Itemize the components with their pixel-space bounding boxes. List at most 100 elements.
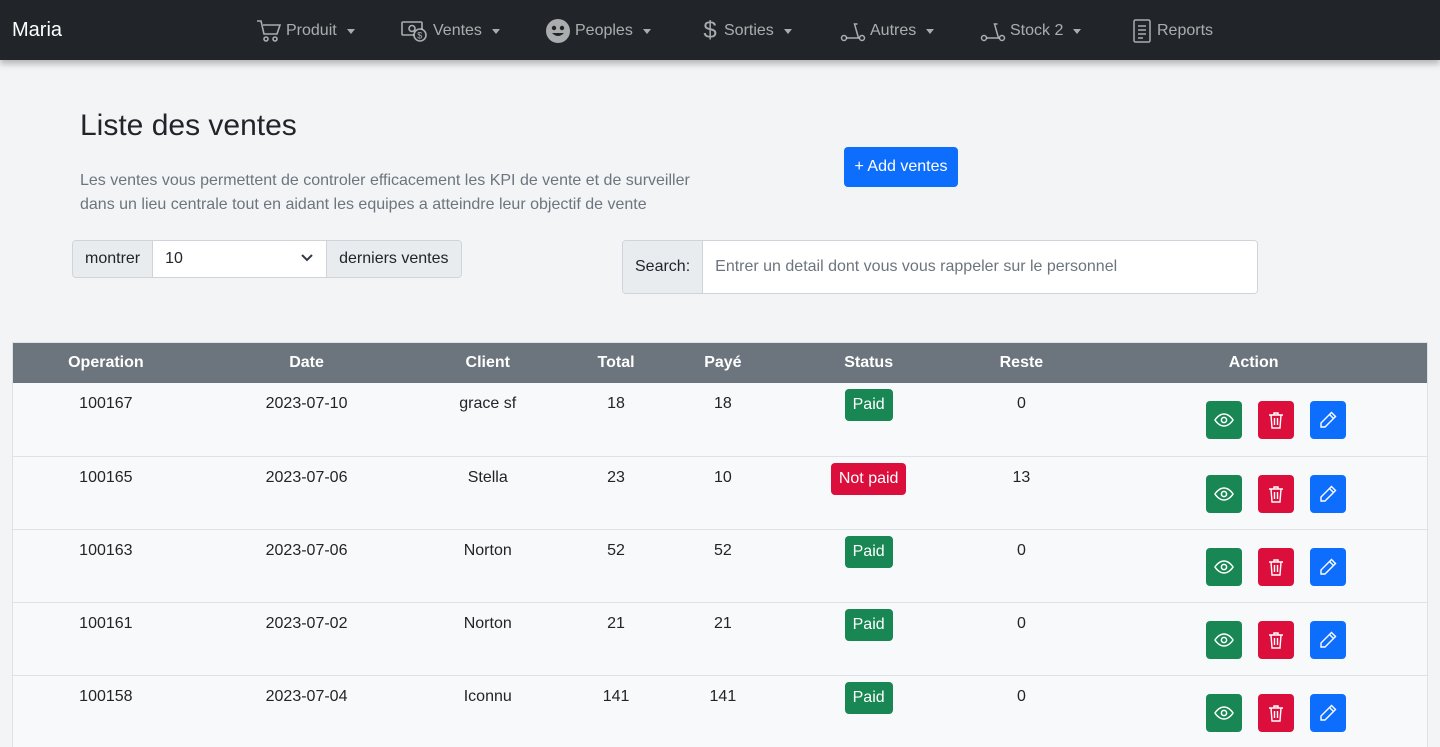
show-prefix-label: montrer bbox=[73, 241, 153, 277]
description-line: dans un lieu centrale tout en aidant les… bbox=[80, 196, 647, 213]
cell-action bbox=[1080, 675, 1427, 747]
pencil-icon bbox=[1319, 411, 1337, 429]
trash-icon bbox=[1268, 485, 1284, 503]
column-header-total[interactable]: Total bbox=[561, 343, 671, 383]
caret-down-icon bbox=[783, 28, 792, 34]
nav-item-stock-2[interactable]: Stock 2 bbox=[980, 17, 1082, 45]
eye-icon bbox=[1213, 413, 1234, 427]
cell-status: Paid bbox=[775, 529, 963, 602]
pencil-icon bbox=[1319, 704, 1337, 722]
table-row: 100158 2023-07-04 Iconnu 141 141 Paid 0 bbox=[13, 675, 1427, 747]
nav-item-reports[interactable]: Reports bbox=[1131, 17, 1213, 45]
cell-reste: 13 bbox=[1012, 468, 1031, 486]
nav-item-autres[interactable]: Autres bbox=[840, 17, 935, 45]
nav-item-sorties[interactable]: $ Sorties bbox=[700, 17, 792, 45]
cell-action bbox=[1080, 456, 1427, 529]
eye-icon bbox=[1213, 632, 1234, 647]
caret-down-icon bbox=[1073, 28, 1082, 34]
column-header-operation[interactable]: Operation bbox=[13, 343, 199, 383]
column-header-action: Action bbox=[1228, 354, 1279, 371]
document-icon bbox=[1131, 19, 1153, 43]
view-button[interactable] bbox=[1205, 474, 1242, 513]
column-header-status[interactable]: Status bbox=[775, 343, 963, 383]
search-group: Search: bbox=[622, 240, 1258, 294]
cell-status: Paid bbox=[775, 602, 963, 675]
delete-button[interactable] bbox=[1257, 401, 1294, 439]
view-button[interactable] bbox=[1205, 620, 1242, 659]
cell-paye: 52 bbox=[713, 541, 732, 559]
scooter-icon bbox=[840, 19, 866, 43]
eye-icon bbox=[1213, 486, 1234, 501]
view-button[interactable] bbox=[1205, 401, 1242, 439]
search-label: Search: bbox=[623, 241, 704, 293]
cell-date: 2023-07-06 bbox=[265, 468, 348, 486]
table-header-row: Operation Date Client Total Payé Status … bbox=[13, 343, 1427, 383]
cell-operation: 100161 bbox=[79, 614, 133, 632]
delete-button[interactable] bbox=[1257, 547, 1294, 586]
cell-status: Paid bbox=[775, 383, 963, 456]
edit-button[interactable] bbox=[1309, 474, 1346, 513]
scooter-icon bbox=[980, 19, 1006, 43]
caret-down-icon bbox=[926, 28, 935, 34]
cell-paye: 18 bbox=[713, 395, 732, 412]
cell-total: 18 bbox=[607, 395, 625, 412]
cell-operation: 100165 bbox=[79, 468, 133, 486]
status-badge: Paid bbox=[844, 535, 893, 568]
caret-down-icon bbox=[491, 28, 500, 34]
cell-paye: 21 bbox=[713, 614, 732, 632]
eye-icon bbox=[1213, 705, 1234, 720]
edit-button[interactable] bbox=[1309, 693, 1346, 732]
smiley-icon bbox=[545, 18, 571, 44]
show-entries-group: montrer 10 derniers ventes bbox=[72, 240, 462, 278]
pencil-icon bbox=[1319, 631, 1337, 649]
table-row: 100165 2023-07-06 Stella 23 10 Not paid … bbox=[13, 456, 1427, 529]
search-input[interactable] bbox=[703, 241, 1257, 293]
page-description: Les ventes vous permettent de controler … bbox=[80, 169, 740, 217]
cell-client: Norton bbox=[463, 541, 512, 559]
cell-operation: 100163 bbox=[79, 541, 133, 559]
cell-status: Paid bbox=[775, 675, 963, 747]
cell-paye: 141 bbox=[709, 687, 737, 705]
nav-label: Sorties bbox=[724, 22, 774, 39]
cell-total: 52 bbox=[607, 541, 625, 559]
column-header-client[interactable]: Client bbox=[414, 343, 561, 383]
page-title: Liste des ventes bbox=[80, 109, 297, 142]
edit-button[interactable] bbox=[1309, 620, 1346, 659]
column-header-reste[interactable]: Reste bbox=[962, 343, 1080, 383]
delete-button[interactable] bbox=[1257, 620, 1294, 659]
entries-select[interactable]: 10 bbox=[152, 241, 328, 277]
cell-reste: 0 bbox=[1016, 687, 1026, 705]
nav-item-produit[interactable]: Produit bbox=[256, 17, 355, 45]
edit-button[interactable] bbox=[1309, 547, 1346, 586]
cell-client: Stella bbox=[467, 468, 508, 486]
nav-item-peoples[interactable]: Peoples bbox=[545, 17, 651, 45]
brand-logo[interactable]: Maria bbox=[12, 18, 62, 42]
column-header-paye[interactable]: Payé bbox=[671, 343, 775, 383]
table-row: 100167 2023-07-10 grace sf 18 18 Paid 0 bbox=[13, 383, 1427, 456]
cell-client: Norton bbox=[463, 614, 512, 632]
show-suffix-label: derniers ventes bbox=[327, 241, 461, 277]
nav-label: Ventes bbox=[433, 22, 482, 39]
cell-date: 2023-07-02 bbox=[265, 614, 348, 632]
entries-select-value: 10 bbox=[165, 250, 183, 267]
view-button[interactable] bbox=[1205, 693, 1242, 732]
cell-total: 21 bbox=[607, 614, 625, 632]
cell-operation: 100167 bbox=[79, 395, 133, 412]
add-ventes-button[interactable]: + Add ventes bbox=[844, 147, 958, 187]
nav-item-ventes[interactable]: $ Ventes bbox=[401, 17, 500, 45]
cell-action bbox=[1080, 529, 1427, 602]
column-header-date[interactable]: Date bbox=[199, 343, 415, 383]
trash-icon bbox=[1268, 704, 1284, 722]
sales-table: Operation Date Client Total Payé Status … bbox=[12, 342, 1428, 747]
delete-button[interactable] bbox=[1257, 474, 1294, 513]
status-badge: Paid bbox=[844, 389, 893, 421]
view-button[interactable] bbox=[1205, 547, 1242, 586]
status-badge: Paid bbox=[844, 608, 893, 641]
trash-icon bbox=[1268, 411, 1284, 429]
nav-label: Peoples bbox=[575, 22, 633, 39]
delete-button[interactable] bbox=[1257, 693, 1294, 732]
cell-reste: 0 bbox=[1016, 541, 1026, 559]
caret-down-icon bbox=[642, 28, 651, 34]
edit-button[interactable] bbox=[1309, 401, 1346, 439]
caret-down-icon bbox=[346, 28, 355, 34]
